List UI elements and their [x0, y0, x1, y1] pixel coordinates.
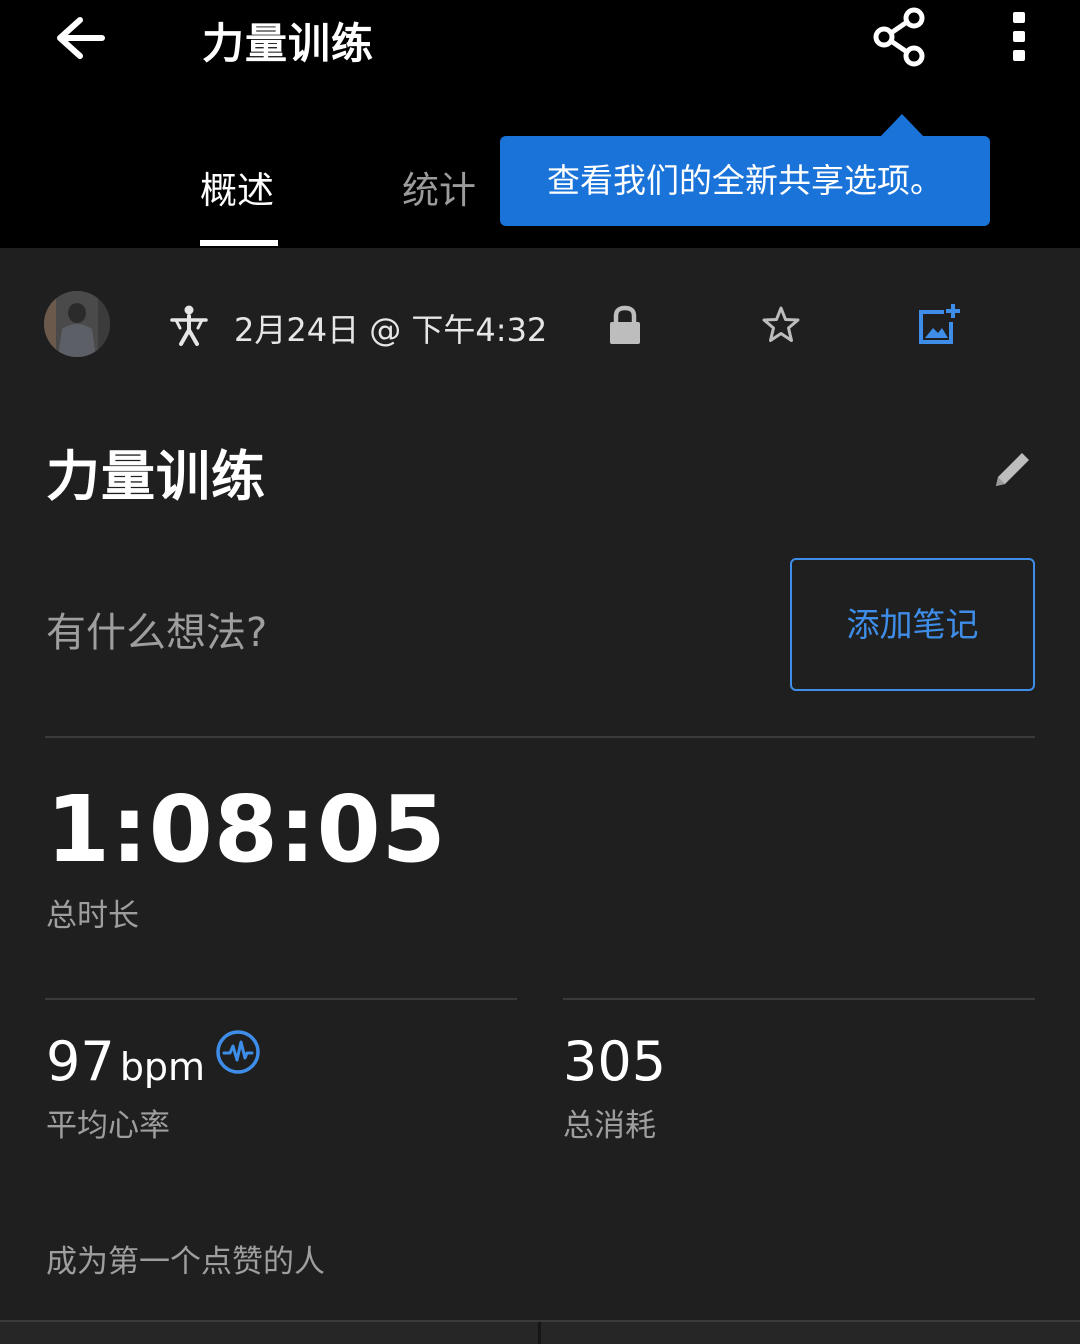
arrow-left-icon: [57, 17, 105, 59]
tooltip-arrow: [880, 114, 924, 137]
privacy-lock-button[interactable]: [606, 304, 644, 346]
tab-overview[interactable]: 概述: [200, 160, 274, 214]
avg-heart-rate-unit: bpm: [119, 1045, 206, 1089]
share-button[interactable]: [866, 4, 936, 70]
app-title: 力量训练: [202, 19, 375, 68]
avg-heart-rate-value: 97 bpm: [46, 1030, 205, 1093]
add-note-button[interactable]: 添加笔记: [790, 558, 1035, 691]
divider: [45, 736, 1035, 738]
share-tooltip[interactable]: 查看我们的全新共享选项。: [500, 136, 990, 226]
favorite-button[interactable]: [760, 304, 802, 346]
bottom-action-separator: [538, 1322, 541, 1344]
lock-icon: [610, 305, 640, 344]
like-prompt[interactable]: 成为第一个点赞的人: [46, 1236, 325, 1281]
add-photo-icon: [919, 304, 960, 344]
heart-rate-button[interactable]: [214, 1028, 262, 1076]
add-photo-button[interactable]: [916, 302, 962, 348]
avg-heart-rate-label: 平均心率: [46, 1108, 170, 1144]
edit-name-button[interactable]: [990, 446, 1036, 492]
divider: [563, 998, 1035, 1000]
total-duration-value: 1:08:05: [46, 776, 447, 883]
share-icon: [873, 7, 925, 67]
avg-heart-rate-number: 97: [46, 1030, 115, 1093]
avatar[interactable]: [44, 291, 110, 357]
back-button[interactable]: [46, 8, 110, 68]
tab-stats[interactable]: 统计: [402, 160, 476, 214]
activity-name: 力量训练: [46, 445, 266, 508]
more-options-button[interactable]: [994, 6, 1044, 68]
heart-rate-icon: [216, 1030, 260, 1074]
strength-person-icon: [168, 304, 210, 346]
divider: [45, 998, 517, 1000]
total-calories-label: 总消耗: [563, 1108, 656, 1144]
total-calories-value: 305: [563, 1030, 667, 1093]
active-tab-indicator: [200, 240, 278, 246]
notes-prompt[interactable]: 有什么想法?: [46, 600, 267, 658]
activity-date: 2月24日 @ 下午4:32: [234, 311, 548, 349]
pencil-icon: [996, 453, 1029, 486]
avatar-image: [44, 291, 110, 357]
more-vertical-icon: [1013, 12, 1025, 61]
star-outline-icon: [762, 306, 800, 342]
total-duration-label: 总时长: [46, 898, 139, 934]
